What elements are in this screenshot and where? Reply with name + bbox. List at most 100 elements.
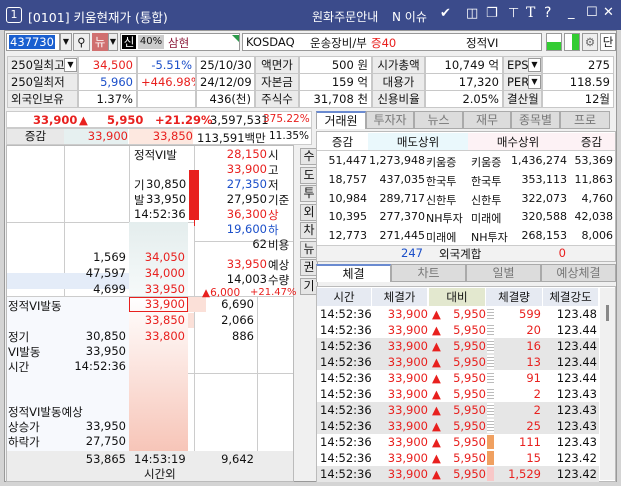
help-icon[interactable]: ?: [544, 5, 551, 21]
trade-volume: 111: [519, 435, 541, 449]
trade-price: 33,900: [387, 435, 428, 449]
trade-header[interactable]: 시간: [317, 288, 372, 306]
margin-class: 증40: [371, 36, 397, 50]
stock-code-input[interactable]: 437730: [9, 35, 55, 49]
ask-total: 53,865: [85, 452, 126, 466]
summary-label: 고: [268, 163, 279, 177]
info-label[interactable]: 250일최저: [7, 73, 78, 91]
bid-price[interactable]: 33,800: [129, 329, 185, 343]
trade-price: 33,900: [387, 419, 428, 433]
broker-table: 증감 매도상위 매수상위 증감 51,447 1,273,948 키움증 키움증 1,436,2…: [316, 131, 616, 262]
font-icon[interactable]: T: [526, 5, 535, 21]
vi-base-price: 30,850: [146, 177, 187, 191]
info-label[interactable]: 외국인보유: [7, 90, 78, 108]
scrollbar[interactable]: [600, 288, 615, 480]
layout-icon[interactable]: ◫: [466, 6, 478, 21]
bid-price[interactable]: 33,850: [129, 313, 185, 327]
minimize-icon[interactable]: _: [568, 5, 575, 20]
broker-value: 289,717: [379, 191, 426, 205]
broker-name[interactable]: 신한투: [471, 192, 511, 208]
up-arrow-icon: ▲: [432, 467, 441, 481]
tab-3[interactable]: 재무: [463, 111, 511, 129]
broker-name[interactable]: 한국투: [426, 173, 468, 189]
new-dropdown-icon[interactable]: ▼: [108, 33, 118, 51]
search-icon[interactable]: ⚲: [73, 33, 90, 51]
spread-row: 증감 33,900 33,850 113,591백만 11.35%: [6, 128, 312, 145]
tab-bottom-1[interactable]: 차트: [391, 264, 466, 282]
gear-icon[interactable]: ⚙: [582, 33, 598, 51]
tab-bottom-0[interactable]: 체결: [316, 264, 391, 282]
ask-price[interactable]: 34,050: [129, 250, 185, 264]
summary-label: 기준: [268, 193, 290, 207]
tab-4[interactable]: 종목별: [511, 111, 560, 129]
broker-name[interactable]: 신한투: [426, 192, 468, 208]
bottom-tabs: 체결 차트 일별 예상체결: [316, 264, 616, 284]
layout-left-icon[interactable]: [546, 33, 562, 51]
ask-price[interactable]: 34,000: [129, 266, 185, 280]
issue-button[interactable]: N 이슈: [392, 8, 427, 25]
new-badge[interactable]: 뉴: [92, 33, 108, 51]
trade-time: 14:52:36: [320, 419, 372, 433]
bid-price[interactable]: 33,900: [129, 297, 185, 311]
trade-price: 33,900: [387, 339, 428, 353]
trade-row: 14:52:36 33,900 ▲ 5,950 15 123.42: [317, 450, 599, 466]
dropdown-icon[interactable]: ▼: [64, 58, 77, 72]
trade-header[interactable]: 체결량: [486, 288, 543, 306]
up-arrow-icon: ▲: [432, 435, 441, 449]
dropdown-icon[interactable]: ▼: [528, 58, 541, 72]
broker-value: 271,445: [379, 229, 426, 243]
info-value: 500 원: [299, 56, 372, 74]
vi-time: 14:52:36: [134, 207, 186, 221]
ask-price[interactable]: 33,950: [129, 282, 185, 296]
orderbook-content: 정적VI발 기 30,850 발 33,950 14:52:36 정적VI발동 …: [6, 145, 318, 482]
order-notice-link[interactable]: 원화주문안내: [312, 8, 378, 25]
broker-name[interactable]: 키움증: [471, 154, 511, 170]
tab-2[interactable]: 뉴스: [414, 111, 463, 129]
volume-bar: [487, 339, 494, 353]
dropdown-icon[interactable]: ▼: [528, 75, 541, 89]
trade-strength: 123.42: [556, 451, 597, 465]
trade-change: 5,950: [453, 403, 486, 417]
scrollbar-thumb[interactable]: [606, 305, 609, 321]
close-icon[interactable]: ✕: [603, 5, 614, 20]
trade-header[interactable]: 대비: [429, 288, 486, 306]
broker-name[interactable]: 미래에: [471, 210, 511, 226]
tab-1[interactable]: 투자자: [366, 111, 414, 129]
foreign-sell: 247: [401, 246, 423, 260]
unit-button[interactable]: 단: [600, 33, 616, 51]
volume: 3,597,531: [210, 113, 269, 127]
code-dropdown-icon[interactable]: ▼: [60, 33, 72, 51]
tab-bottom-2[interactable]: 일별: [466, 264, 541, 282]
tab-bottom-3[interactable]: 예상체결: [541, 264, 616, 282]
broker-name[interactable]: 키움증: [426, 154, 468, 170]
kiwoom-icon[interactable]: ✔: [440, 6, 451, 21]
layout-right-icon[interactable]: [564, 33, 580, 51]
info-value: 275: [542, 56, 614, 74]
vi-active-base-label: 정기: [8, 330, 30, 344]
info-label[interactable]: 결산월: [503, 90, 542, 108]
trade-strength: 123.44: [556, 323, 597, 337]
volume-bar: [487, 307, 494, 321]
broker-name[interactable]: 미래에: [426, 229, 468, 245]
trade-price: 33,900: [387, 387, 428, 401]
broker-name[interactable]: NH투자: [426, 210, 468, 226]
broker-name[interactable]: 한국투: [471, 173, 511, 189]
copy-window-icon[interactable]: ❐: [486, 6, 498, 21]
info-label: 주식수: [255, 90, 299, 108]
diff-label[interactable]: 증감: [7, 129, 64, 144]
vi-title: 정적VI발: [134, 148, 177, 162]
tab-0[interactable]: 거래원: [316, 111, 366, 129]
trade-header[interactable]: 체결가: [372, 288, 428, 306]
trade-row: 14:52:36 33,900 ▲ 5,950 1,529 123.42: [317, 466, 599, 482]
trade-strength: 123.44: [556, 355, 597, 369]
pin-icon[interactable]: ⊤: [508, 6, 519, 21]
after-hours-button[interactable]: 시간외: [144, 466, 176, 482]
info-value: 2.05%: [425, 90, 503, 108]
maximize-icon[interactable]: ☐: [586, 5, 598, 20]
best-ask: 33,900: [64, 129, 128, 144]
broker-name[interactable]: NH투자: [471, 229, 511, 245]
tab-5[interactable]: 프로: [560, 111, 610, 129]
info-value: 159 억: [299, 73, 372, 91]
trade-header[interactable]: 체결강도: [543, 288, 599, 306]
trade-price: 33,900: [387, 403, 428, 417]
